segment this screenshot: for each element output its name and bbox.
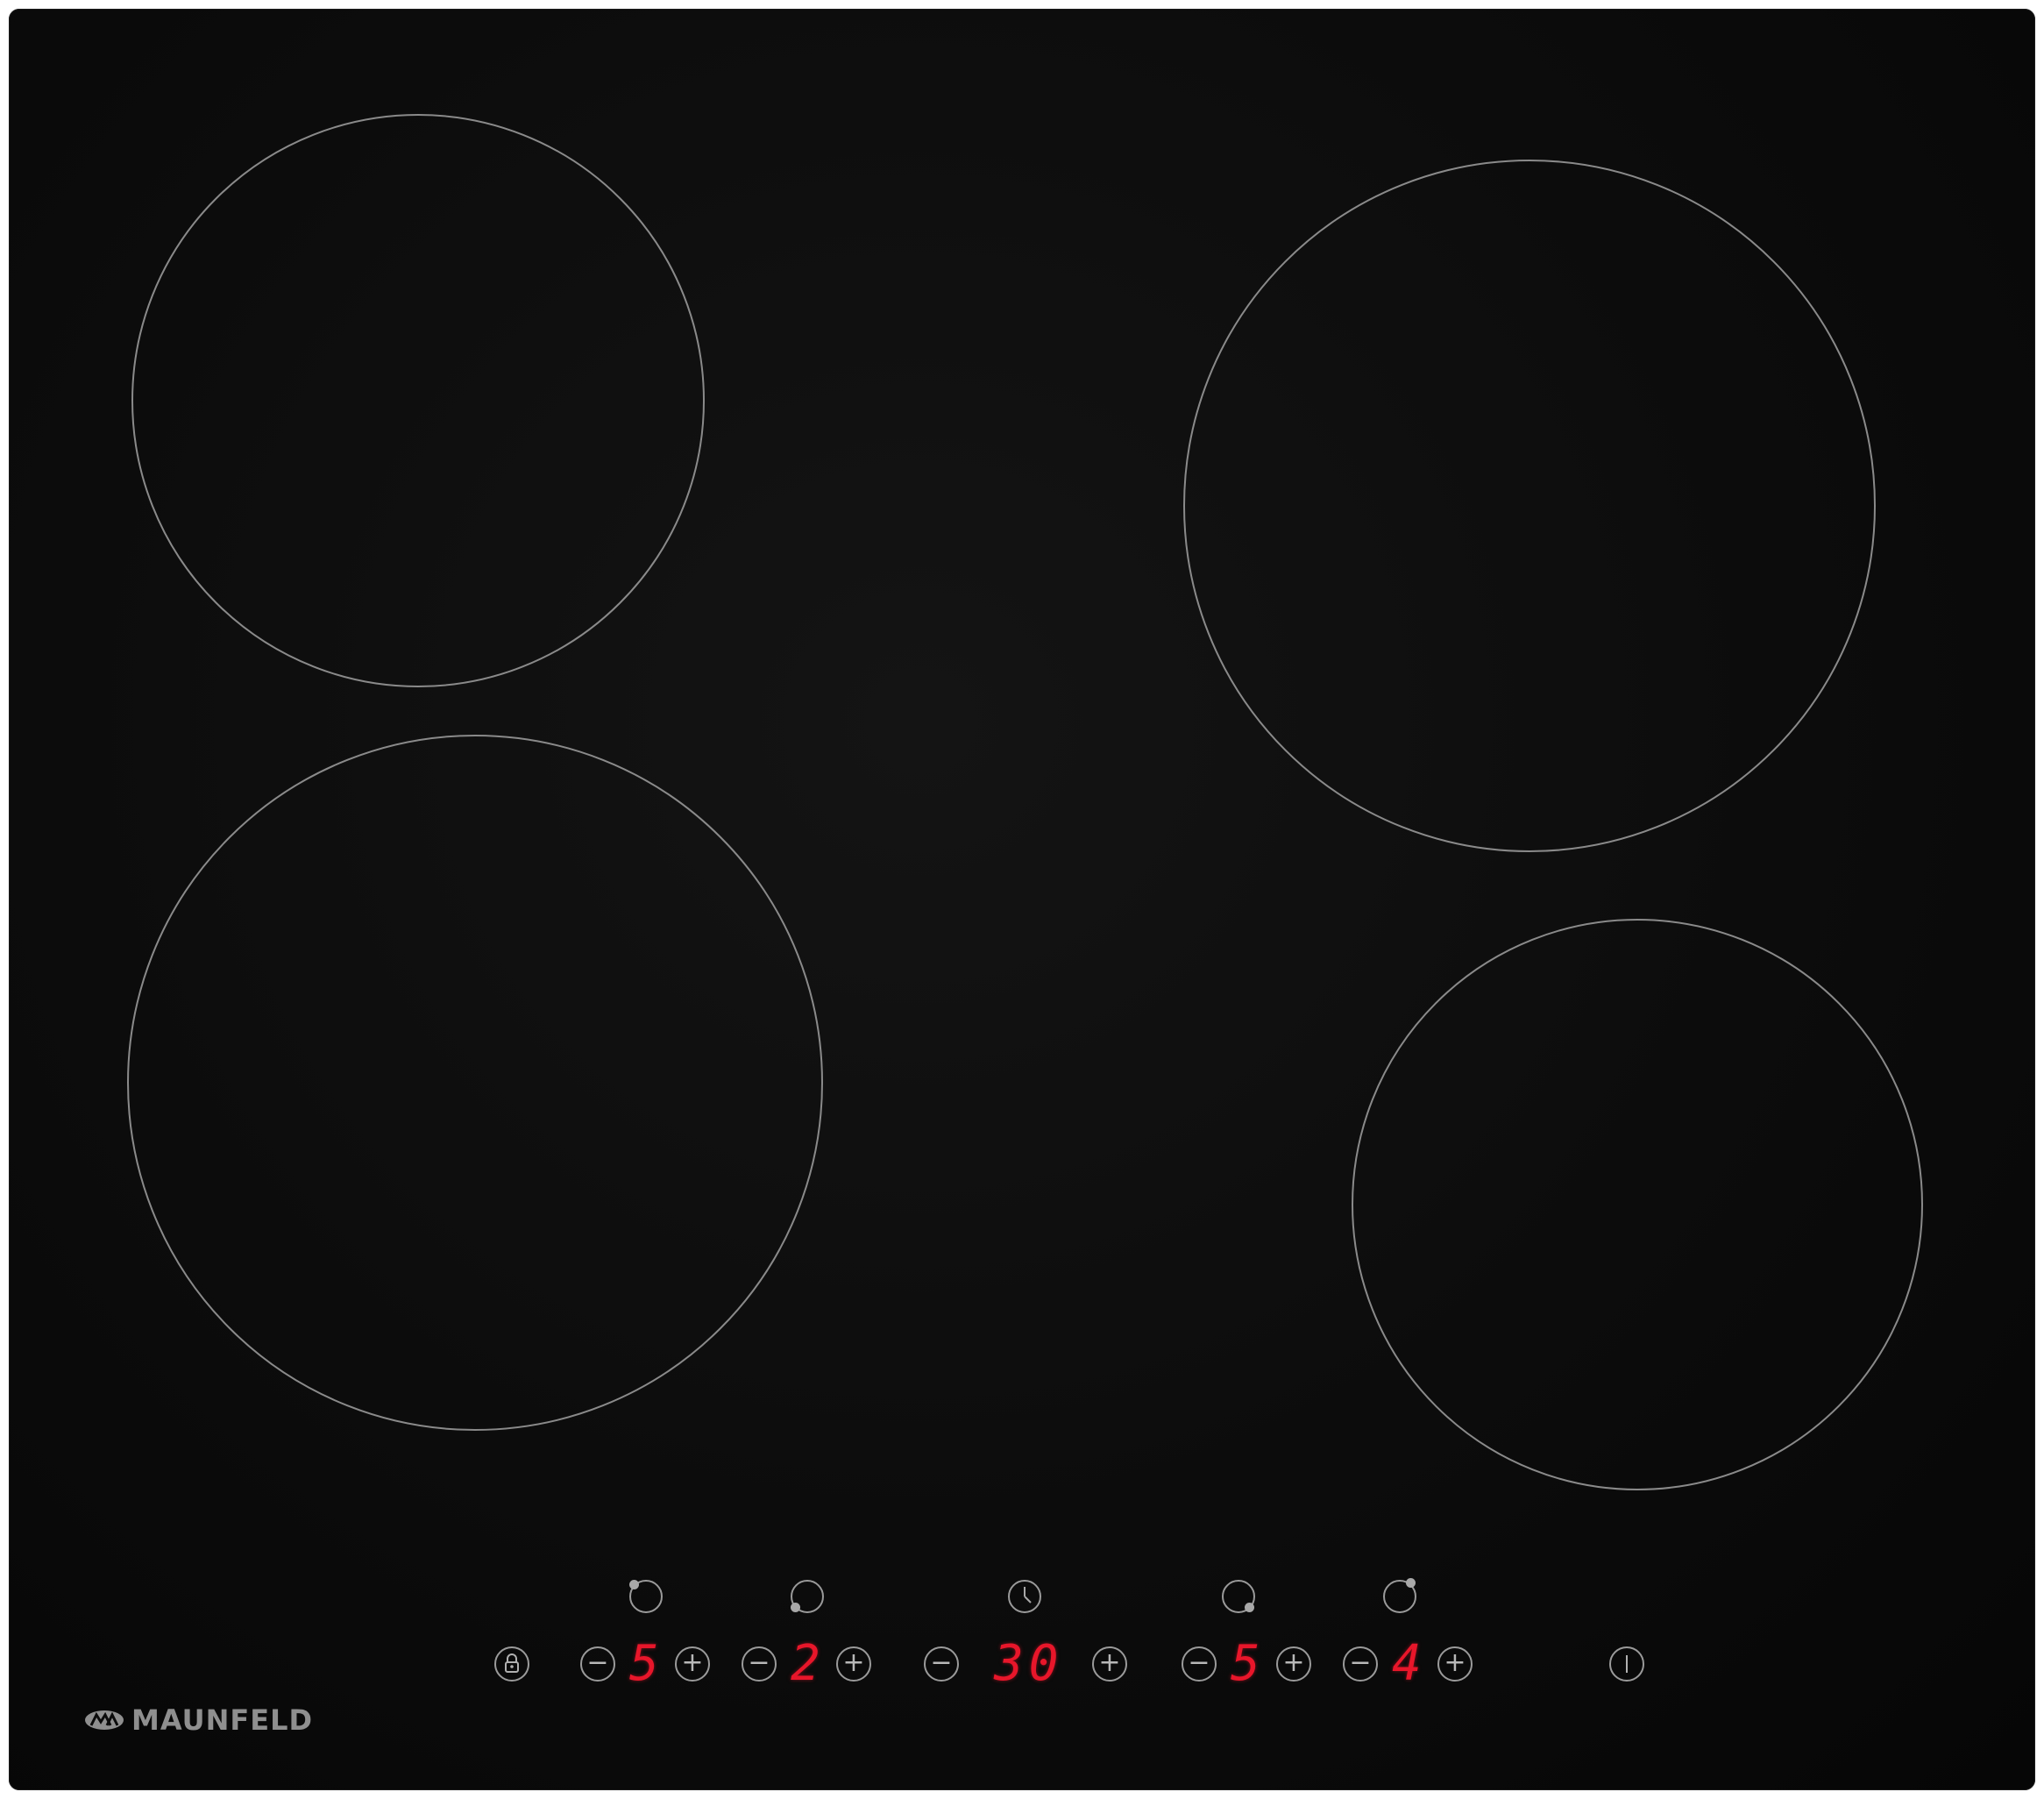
zone-indicator-icon-front-right xyxy=(1222,1580,1255,1613)
brand-logo: MAUNFELD xyxy=(84,1703,313,1738)
lock-button[interactable] xyxy=(494,1646,529,1682)
plus-button-front-right[interactable]: + xyxy=(1276,1646,1311,1682)
hob-image: − 5 + − 2 + − 30 + − 5 + − 4 + MAUNFELD xyxy=(0,0,2044,1799)
minus-button-front-right[interactable]: − xyxy=(1182,1646,1217,1682)
cooking-zone-front-left xyxy=(127,735,823,1431)
cooking-zone-rear-right xyxy=(1183,160,1876,852)
level-display-front-left: 2 xyxy=(791,1635,826,1692)
brand-name: MAUNFELD xyxy=(131,1703,314,1737)
plus-button-front-left[interactable]: + xyxy=(836,1646,871,1682)
minus-button-rear-left[interactable]: − xyxy=(580,1646,615,1682)
glass-cooktop: − 5 + − 2 + − 30 + − 5 + − 4 + MAUNFELD xyxy=(9,9,2035,1790)
level-display-rear-left: 5 xyxy=(629,1635,664,1692)
plus-button-rear-left[interactable]: + xyxy=(675,1646,710,1682)
power-button[interactable] xyxy=(1609,1646,1644,1682)
zone-indicator-icon-rear-left xyxy=(629,1580,663,1613)
zone-indicator-icon-rear-right xyxy=(1383,1578,1416,1613)
power-icon xyxy=(1626,1655,1628,1673)
level-display-rear-right: 4 xyxy=(1392,1635,1427,1692)
timer-minus-button[interactable]: − xyxy=(924,1646,959,1682)
timer-display: 30 xyxy=(994,1635,1064,1692)
clock-icon xyxy=(1008,1580,1041,1613)
minus-button-front-left[interactable]: − xyxy=(742,1646,777,1682)
cooking-zone-front-right xyxy=(1352,919,1923,1490)
minus-button-rear-right[interactable]: − xyxy=(1343,1646,1378,1682)
brand-mark-icon xyxy=(85,1710,124,1730)
zone-indicator-icon-front-left xyxy=(791,1580,824,1613)
level-display-front-right: 5 xyxy=(1231,1635,1266,1692)
cooking-zone-rear-left xyxy=(131,114,705,687)
timer-plus-button[interactable]: + xyxy=(1092,1646,1127,1682)
plus-button-rear-right[interactable]: + xyxy=(1437,1646,1473,1682)
lock-icon xyxy=(505,1653,519,1673)
